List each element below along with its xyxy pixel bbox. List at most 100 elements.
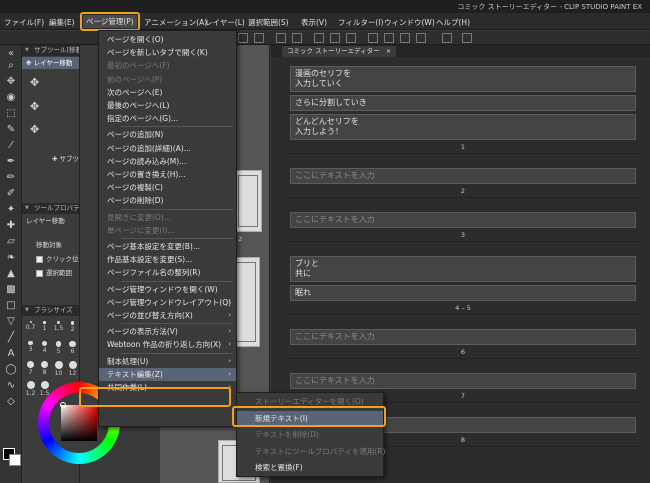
menu-animation[interactable]: アニメーション(A) (144, 17, 207, 28)
lasso-tool-icon[interactable]: ✎ (3, 123, 19, 137)
page-menu-item[interactable]: ページ管理ウィンドウレイアウト(Q) › (99, 296, 236, 309)
brush-size-option[interactable]: 10 (52, 361, 65, 377)
page-menu-item[interactable]: ページの追加(詳細)(A)... (99, 142, 236, 155)
menu-filter[interactable]: フィルター(I) (338, 17, 383, 28)
close-icon[interactable]: × (386, 47, 391, 55)
brush-size-option[interactable]: 2 (66, 321, 79, 333)
page-menu-item[interactable]: 共同作業(L) › (99, 381, 236, 394)
menu-help[interactable]: ヘルプ(H) (436, 17, 470, 28)
settings-icon[interactable] (462, 33, 472, 43)
page-menu-item[interactable]: ページ基本設定を変更(B)... (99, 240, 236, 253)
page-icon[interactable] (442, 33, 452, 43)
clear-icon[interactable] (292, 33, 302, 43)
sub-color-swatch[interactable] (9, 454, 21, 466)
brush-size-option[interactable]: 1.5 (52, 321, 65, 332)
page-menu-item[interactable]: Webtoon 作品の折り返し方向(X) › (99, 338, 236, 351)
hand-tool-icon[interactable]: ◇ (3, 395, 19, 409)
page-thumbnail-2[interactable] (234, 170, 262, 232)
brush-size-option[interactable]: 5 (52, 341, 65, 355)
subtool-add-item[interactable]: ✚ サブツ (22, 153, 79, 165)
crop-icon[interactable] (346, 33, 356, 43)
page-menu-item[interactable]: ページ管理ウィンドウを開く(W) (99, 283, 236, 296)
menu-view[interactable]: 表示(V) (301, 17, 327, 28)
story-text-field[interactable]: 眠れ (290, 285, 636, 301)
fill-tool-icon[interactable]: ▲ (3, 267, 19, 281)
page-menu-item[interactable]: 作品基本設定を変更(S)... (99, 253, 236, 266)
page-menu-item[interactable]: 指定のページへ(G)... (99, 112, 236, 125)
page-menu-item[interactable]: テキスト編集(Z) › (99, 367, 236, 381)
pencil-tool-icon[interactable]: ✏ (3, 171, 19, 185)
brush-size-option[interactable]: 6 (66, 341, 79, 355)
snap-icon[interactable] (368, 33, 378, 43)
snap-grid-icon[interactable] (400, 33, 410, 43)
undo-icon[interactable] (238, 33, 248, 43)
selection-checkbox[interactable] (36, 269, 43, 277)
page-menu-item[interactable]: ページファイル名の整列(R) (99, 266, 236, 279)
page-menu-item[interactable]: ページの並び替え方向(X) › (99, 309, 236, 322)
deselect-icon[interactable] (330, 33, 340, 43)
delete-icon[interactable] (276, 33, 286, 43)
transform-icon[interactable] (314, 33, 324, 43)
brush-size-option[interactable]: 0.7 (24, 321, 37, 331)
menu-page-management[interactable]: ページ管理(P) (83, 15, 137, 28)
redo-icon[interactable] (254, 33, 264, 43)
click-position-checkbox[interactable] (36, 255, 43, 263)
zoom-icon[interactable]: ⌕ (3, 59, 19, 73)
page-menu-item[interactable]: ページの読み込み(M)... (99, 155, 236, 168)
text-submenu-item[interactable]: 検索と置換(F) (237, 460, 383, 476)
blend-tool-icon[interactable]: ❧ (3, 251, 19, 265)
hue-marker[interactable] (60, 402, 66, 408)
move-grid-icon[interactable]: ✥ (30, 100, 39, 113)
story-text-field[interactable]: ここにテキストを入力 (290, 168, 636, 184)
brush-size-option[interactable]: 1 (38, 321, 51, 332)
menu-layer[interactable]: レイヤー(L) (205, 17, 245, 28)
move-tool-icon[interactable]: ✥ (3, 75, 19, 89)
frame-tool-icon[interactable]: ▽ (3, 315, 19, 329)
page-menu-item[interactable]: 次のページへ(E) (99, 86, 236, 99)
story-text-field[interactable]: ここにテキストを入力 (290, 373, 636, 389)
story-text-field[interactable]: ここにテキストを入力 (290, 212, 636, 228)
subtool-layer-move[interactable]: ✥ レイヤー移動 (22, 57, 79, 69)
text-tool-icon[interactable]: A (3, 347, 19, 361)
brush-size-option[interactable]: 4 (38, 341, 51, 354)
select-tool-icon[interactable]: ⬚ (3, 107, 19, 121)
saturation-value-box[interactable] (61, 405, 97, 441)
story-text-field[interactable]: 漫画のセリフを 入力していく (290, 66, 636, 92)
menu-edit[interactable]: 編集(E) (49, 17, 75, 28)
snap-perspective-icon[interactable] (416, 33, 426, 43)
menu-file[interactable]: ファイル(F) (4, 17, 44, 28)
brush-size-option[interactable]: 1.2 (24, 381, 37, 397)
page-menu-item[interactable]: ページの複製(C) (99, 181, 236, 194)
figure-tool-icon[interactable]: □ (3, 299, 19, 313)
move-object-icon[interactable]: ✥ (30, 76, 39, 89)
brush-size-option[interactable]: 3 (24, 341, 37, 353)
page-menu-item[interactable]: ページを開く(O) (99, 33, 236, 46)
story-text-field[interactable]: さらに分割していき (290, 95, 636, 111)
page-menu-item[interactable]: ページの追加(N) (99, 128, 236, 141)
page-menu-item[interactable]: 最後のページへ(L) (99, 99, 236, 112)
move-tone-icon[interactable]: ✥ (30, 123, 39, 136)
eraser-tool-icon[interactable]: ▱ (3, 235, 19, 249)
menu-selection[interactable]: 選択範囲(S) (248, 17, 289, 28)
story-editor-tab[interactable]: コミック ストーリーエディター × (282, 46, 397, 57)
page-menu-item[interactable]: ページの削除(D) (99, 194, 236, 207)
ruler-tool-icon[interactable]: ╱ (3, 331, 19, 345)
brush-size-option[interactable]: 12 (66, 361, 79, 377)
snap-ruler-icon[interactable] (384, 33, 394, 43)
page-menu-item[interactable]: ページの置き換え(H)... (99, 168, 236, 181)
story-text-field[interactable]: どんどんセリフを 入力しよう！ (290, 114, 636, 140)
balloon-tool-icon[interactable]: ◯ (3, 363, 19, 377)
eyedropper-icon[interactable]: ⁄ (3, 139, 19, 153)
correct-line-icon[interactable]: ∿ (3, 379, 19, 393)
object-tool-icon[interactable]: ◉ (3, 91, 19, 105)
brush-tool-icon[interactable]: ✐ (3, 187, 19, 201)
text-submenu-item[interactable]: 新規テキスト(I) (237, 410, 383, 427)
brush-size-option[interactable]: 8 (38, 361, 51, 376)
selection-option[interactable]: 選択範囲 (22, 267, 79, 279)
story-text-field[interactable]: ブリと 共に (290, 256, 636, 282)
page-menu-item[interactable]: ページを新しいタブで開く(K) (99, 46, 236, 59)
page-menu-item[interactable]: 制本処理(U) › (99, 355, 236, 368)
brush-size-option[interactable]: 7 (24, 361, 37, 376)
airbrush-tool-icon[interactable]: ✦ (3, 203, 19, 217)
story-text-field[interactable]: ここにテキストを入力 (290, 329, 636, 345)
